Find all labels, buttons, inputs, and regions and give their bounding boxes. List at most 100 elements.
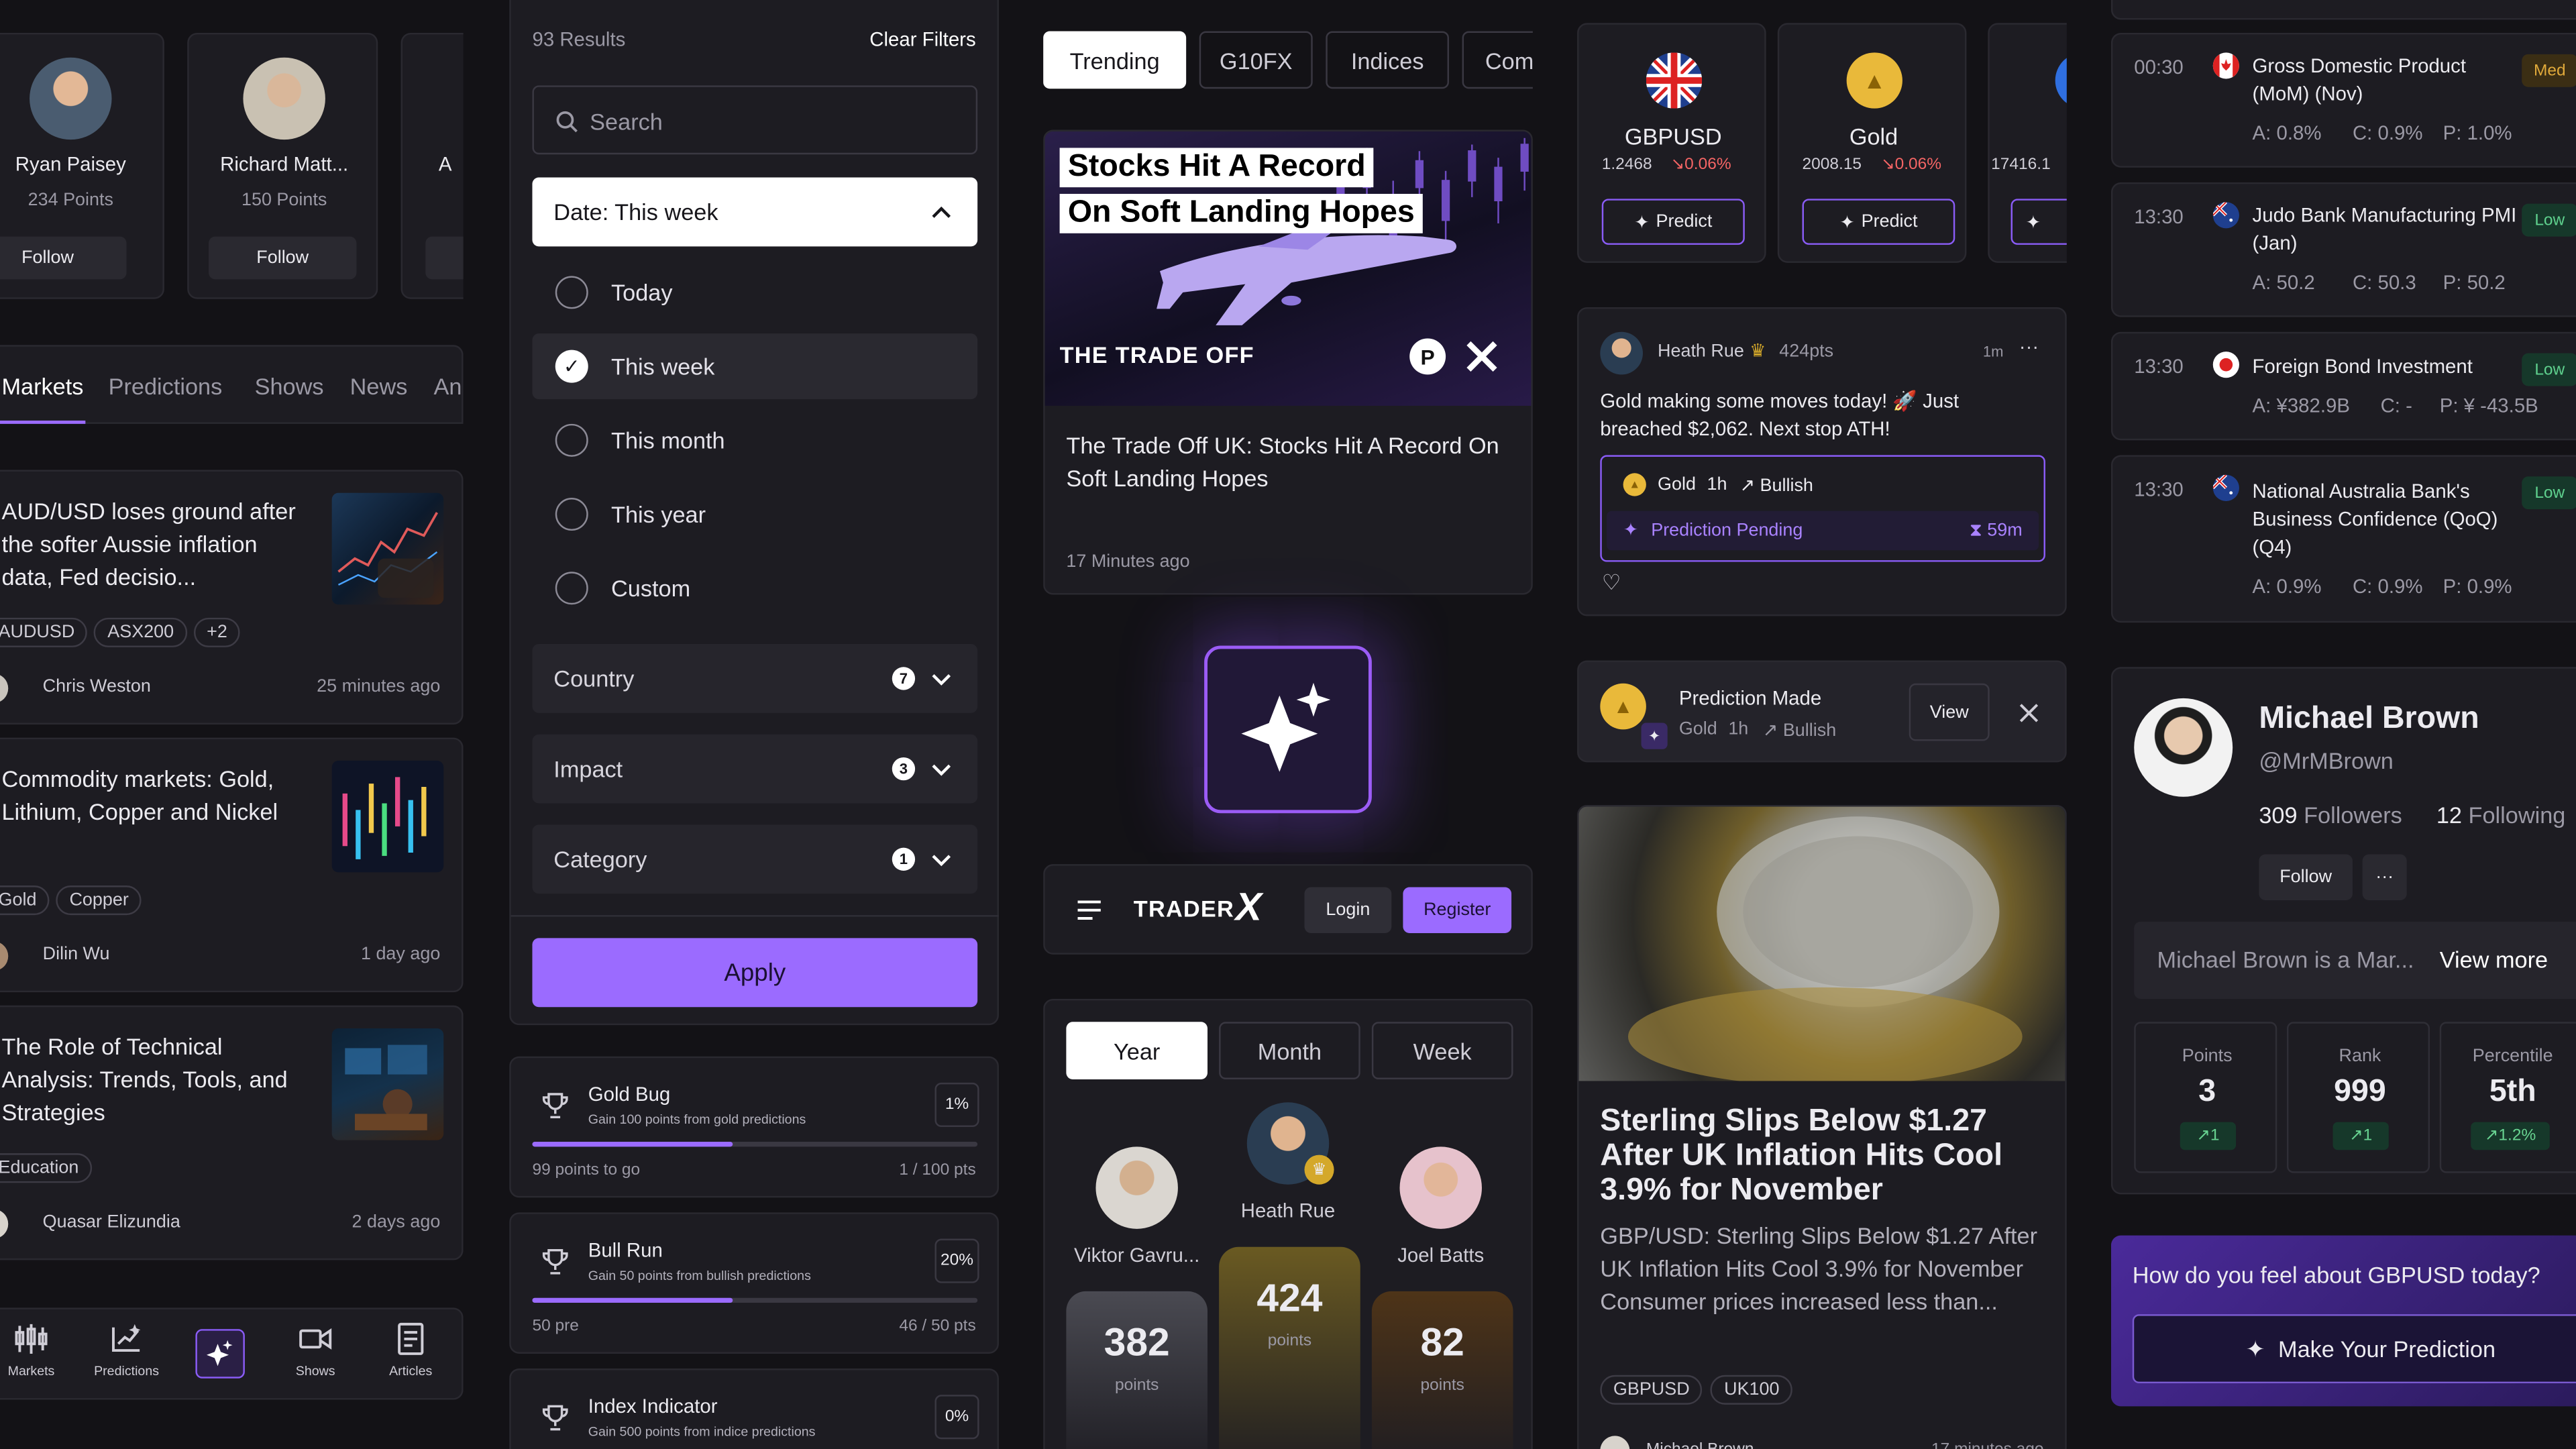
tab-shows[interactable]: Shows bbox=[255, 373, 324, 399]
date-option[interactable]: This month bbox=[532, 407, 977, 473]
follow-button[interactable]: Follow bbox=[0, 236, 127, 280]
tab-trending[interactable]: Trending bbox=[1043, 31, 1187, 89]
date-filter-header[interactable]: Date: This week bbox=[532, 177, 978, 247]
event-title: National Australia Bank's Business Confi… bbox=[2252, 480, 2498, 559]
hamburger-icon[interactable] bbox=[1076, 899, 1102, 922]
nav-label: Shows bbox=[295, 1363, 335, 1379]
follow-button[interactable] bbox=[425, 236, 464, 280]
tag-chip[interactable]: ASX200 bbox=[94, 617, 187, 647]
nav-label: Markets bbox=[7, 1363, 55, 1379]
count-badge: 1 bbox=[892, 847, 916, 871]
close-icon[interactable] bbox=[2017, 702, 2040, 724]
event-time: 13:30 bbox=[2134, 354, 2184, 378]
news-card[interactable]: AUD/USD loses ground after the softer Au… bbox=[0, 470, 464, 725]
news-card[interactable]: Commodity markets: Gold, Lithium, Copper… bbox=[0, 737, 464, 993]
register-button[interactable]: Register bbox=[1403, 887, 1512, 934]
date-option[interactable]: Custom bbox=[532, 555, 977, 621]
radio[interactable] bbox=[555, 572, 588, 605]
make-prediction-button[interactable]: ✦ Make Your Prediction bbox=[2132, 1314, 2576, 1384]
toast-timeframe: 1h bbox=[1728, 719, 1749, 740]
tag-chip[interactable]: +2 bbox=[193, 617, 241, 647]
dropdown-label: Country bbox=[553, 665, 635, 692]
crown-icon: ♛ bbox=[1304, 1155, 1334, 1185]
heart-icon[interactable]: ♡ bbox=[1602, 570, 1621, 596]
chevron-up-icon bbox=[932, 206, 951, 218]
predict-button[interactable]: ✦ Predict bbox=[1802, 199, 1955, 245]
sparkle-icon: ✦ bbox=[1634, 213, 1650, 233]
predict-button[interactable]: ✦ bbox=[2010, 199, 2067, 245]
tab-indices[interactable]: Indices bbox=[1326, 31, 1450, 89]
tab-commodities[interactable]: Com bbox=[1462, 31, 1533, 89]
radio-checked[interactable]: ✓ bbox=[555, 350, 588, 383]
more-icon[interactable]: ··· bbox=[2019, 335, 2039, 358]
event-consensus: C: - bbox=[2380, 394, 2412, 418]
apply-button[interactable]: Apply bbox=[532, 938, 978, 1008]
asset-card[interactable]: NA 17416.1 ✦ bbox=[1988, 23, 2067, 263]
radio[interactable] bbox=[555, 498, 588, 531]
person-card: Richard Matt... 150 Points Follow bbox=[187, 32, 378, 299]
tab-more[interactable]: An bbox=[434, 373, 462, 399]
login-button[interactable]: Login bbox=[1304, 887, 1392, 934]
impact-dropdown[interactable]: Impact 3 bbox=[532, 734, 978, 804]
view-more-link[interactable]: View more bbox=[2440, 947, 2548, 973]
predict-button[interactable]: ✦ Predict bbox=[1601, 199, 1745, 245]
calendar-event[interactable]: 13:30 Foreign Bond Investment Low A: ¥38… bbox=[2110, 331, 2576, 441]
calendar-event[interactable]: 13:30 National Australia Bank's Business… bbox=[2110, 455, 2576, 623]
tag-chip[interactable]: Gold bbox=[0, 885, 50, 916]
date-option[interactable]: ✓ This week bbox=[532, 333, 978, 400]
tab-year[interactable]: Year bbox=[1066, 1022, 1208, 1079]
date-option[interactable]: Today bbox=[532, 260, 977, 325]
calendar-event[interactable]: 13:30 Judo Bank Manufacturing PMI (Jan) … bbox=[2110, 182, 2576, 317]
progress-track bbox=[532, 1297, 978, 1303]
country-dropdown[interactable]: Country 7 bbox=[532, 644, 978, 713]
app-icon bbox=[1204, 645, 1372, 814]
view-button[interactable]: View bbox=[1909, 683, 1990, 741]
category-dropdown[interactable]: Category 1 bbox=[532, 824, 978, 894]
tag-chip[interactable]: UK100 bbox=[1711, 1375, 1793, 1405]
calendar-event[interactable]: 00:30 Gross Domestic Product (MoM) (Nov)… bbox=[2110, 32, 2576, 168]
followers-count[interactable]: 309 Followers bbox=[2259, 802, 2402, 828]
toast-title: Prediction Made bbox=[1678, 686, 1822, 710]
follow-button[interactable]: Follow bbox=[209, 236, 357, 280]
nav-predict[interactable] bbox=[195, 1329, 245, 1379]
tab-month[interactable]: Month bbox=[1219, 1022, 1360, 1079]
tab-markets[interactable]: Markets bbox=[1, 373, 83, 399]
news-author: Chris Weston bbox=[42, 676, 151, 697]
tab-week[interactable]: Week bbox=[1371, 1022, 1513, 1079]
tag-chip[interactable]: Education bbox=[0, 1153, 92, 1183]
clear-filters-link[interactable]: Clear Filters bbox=[869, 28, 975, 51]
nav-predictions[interactable]: Predictions bbox=[80, 1322, 172, 1379]
traderx-logo-icon bbox=[1466, 341, 1497, 372]
following-count[interactable]: 12 Following bbox=[2436, 802, 2566, 828]
post-username[interactable]: Heath Rue bbox=[1658, 341, 1744, 361]
sparkle-icon: ✦ bbox=[1839, 213, 1855, 233]
search-input[interactable]: Search bbox=[532, 85, 978, 155]
asset-card[interactable]: ▲ Gold 2008.15 ↘0.06% ✦ Predict bbox=[1777, 23, 1967, 263]
video-card[interactable]: Stocks Hit A Record On Soft Landing Hope… bbox=[1043, 129, 1533, 595]
radio[interactable] bbox=[555, 423, 588, 457]
asset-card[interactable]: GBPUSD 1.2468 ↘0.06% ✦ Predict bbox=[1577, 23, 1766, 263]
radio[interactable] bbox=[555, 276, 588, 309]
nav-articles[interactable]: Articles bbox=[365, 1322, 457, 1379]
tag-chip[interactable]: Copper bbox=[56, 885, 142, 916]
post-time: 1m bbox=[1982, 343, 2004, 360]
tab-indicator bbox=[0, 420, 86, 424]
tag-chip[interactable]: GBPUSD bbox=[1600, 1375, 1703, 1405]
nav-shows[interactable]: Shows bbox=[270, 1322, 362, 1379]
news-card[interactable]: The Role of Technical Analysis: Trends, … bbox=[0, 1005, 464, 1260]
tab-g10fx[interactable]: G10FX bbox=[1199, 31, 1313, 89]
trophy-icon bbox=[542, 1248, 568, 1275]
tab-news[interactable]: News bbox=[350, 373, 408, 399]
profile-handle: @MrMBrown bbox=[2259, 747, 2394, 774]
article-card[interactable]: Sterling Slips Below $1.27 After UK Infl… bbox=[1577, 805, 2067, 1449]
event-actual: A: 50.2 bbox=[2252, 271, 2315, 294]
tag-chip[interactable]: AUDUSD bbox=[0, 617, 88, 647]
date-option[interactable]: This year bbox=[532, 482, 977, 547]
more-options-button[interactable]: ··· bbox=[2362, 854, 2407, 901]
follow-button[interactable]: Follow bbox=[2259, 854, 2353, 901]
tab-predictions[interactable]: Predictions bbox=[109, 373, 223, 399]
prediction-box[interactable]: ▲ Gold 1h ↗ Bullish ✦ Prediction Pending… bbox=[1600, 455, 2045, 562]
nav-markets[interactable]: Markets bbox=[0, 1322, 77, 1379]
event-consensus: C: 0.9% bbox=[2352, 575, 2423, 598]
leader-points: 424 bbox=[1256, 1276, 1323, 1321]
